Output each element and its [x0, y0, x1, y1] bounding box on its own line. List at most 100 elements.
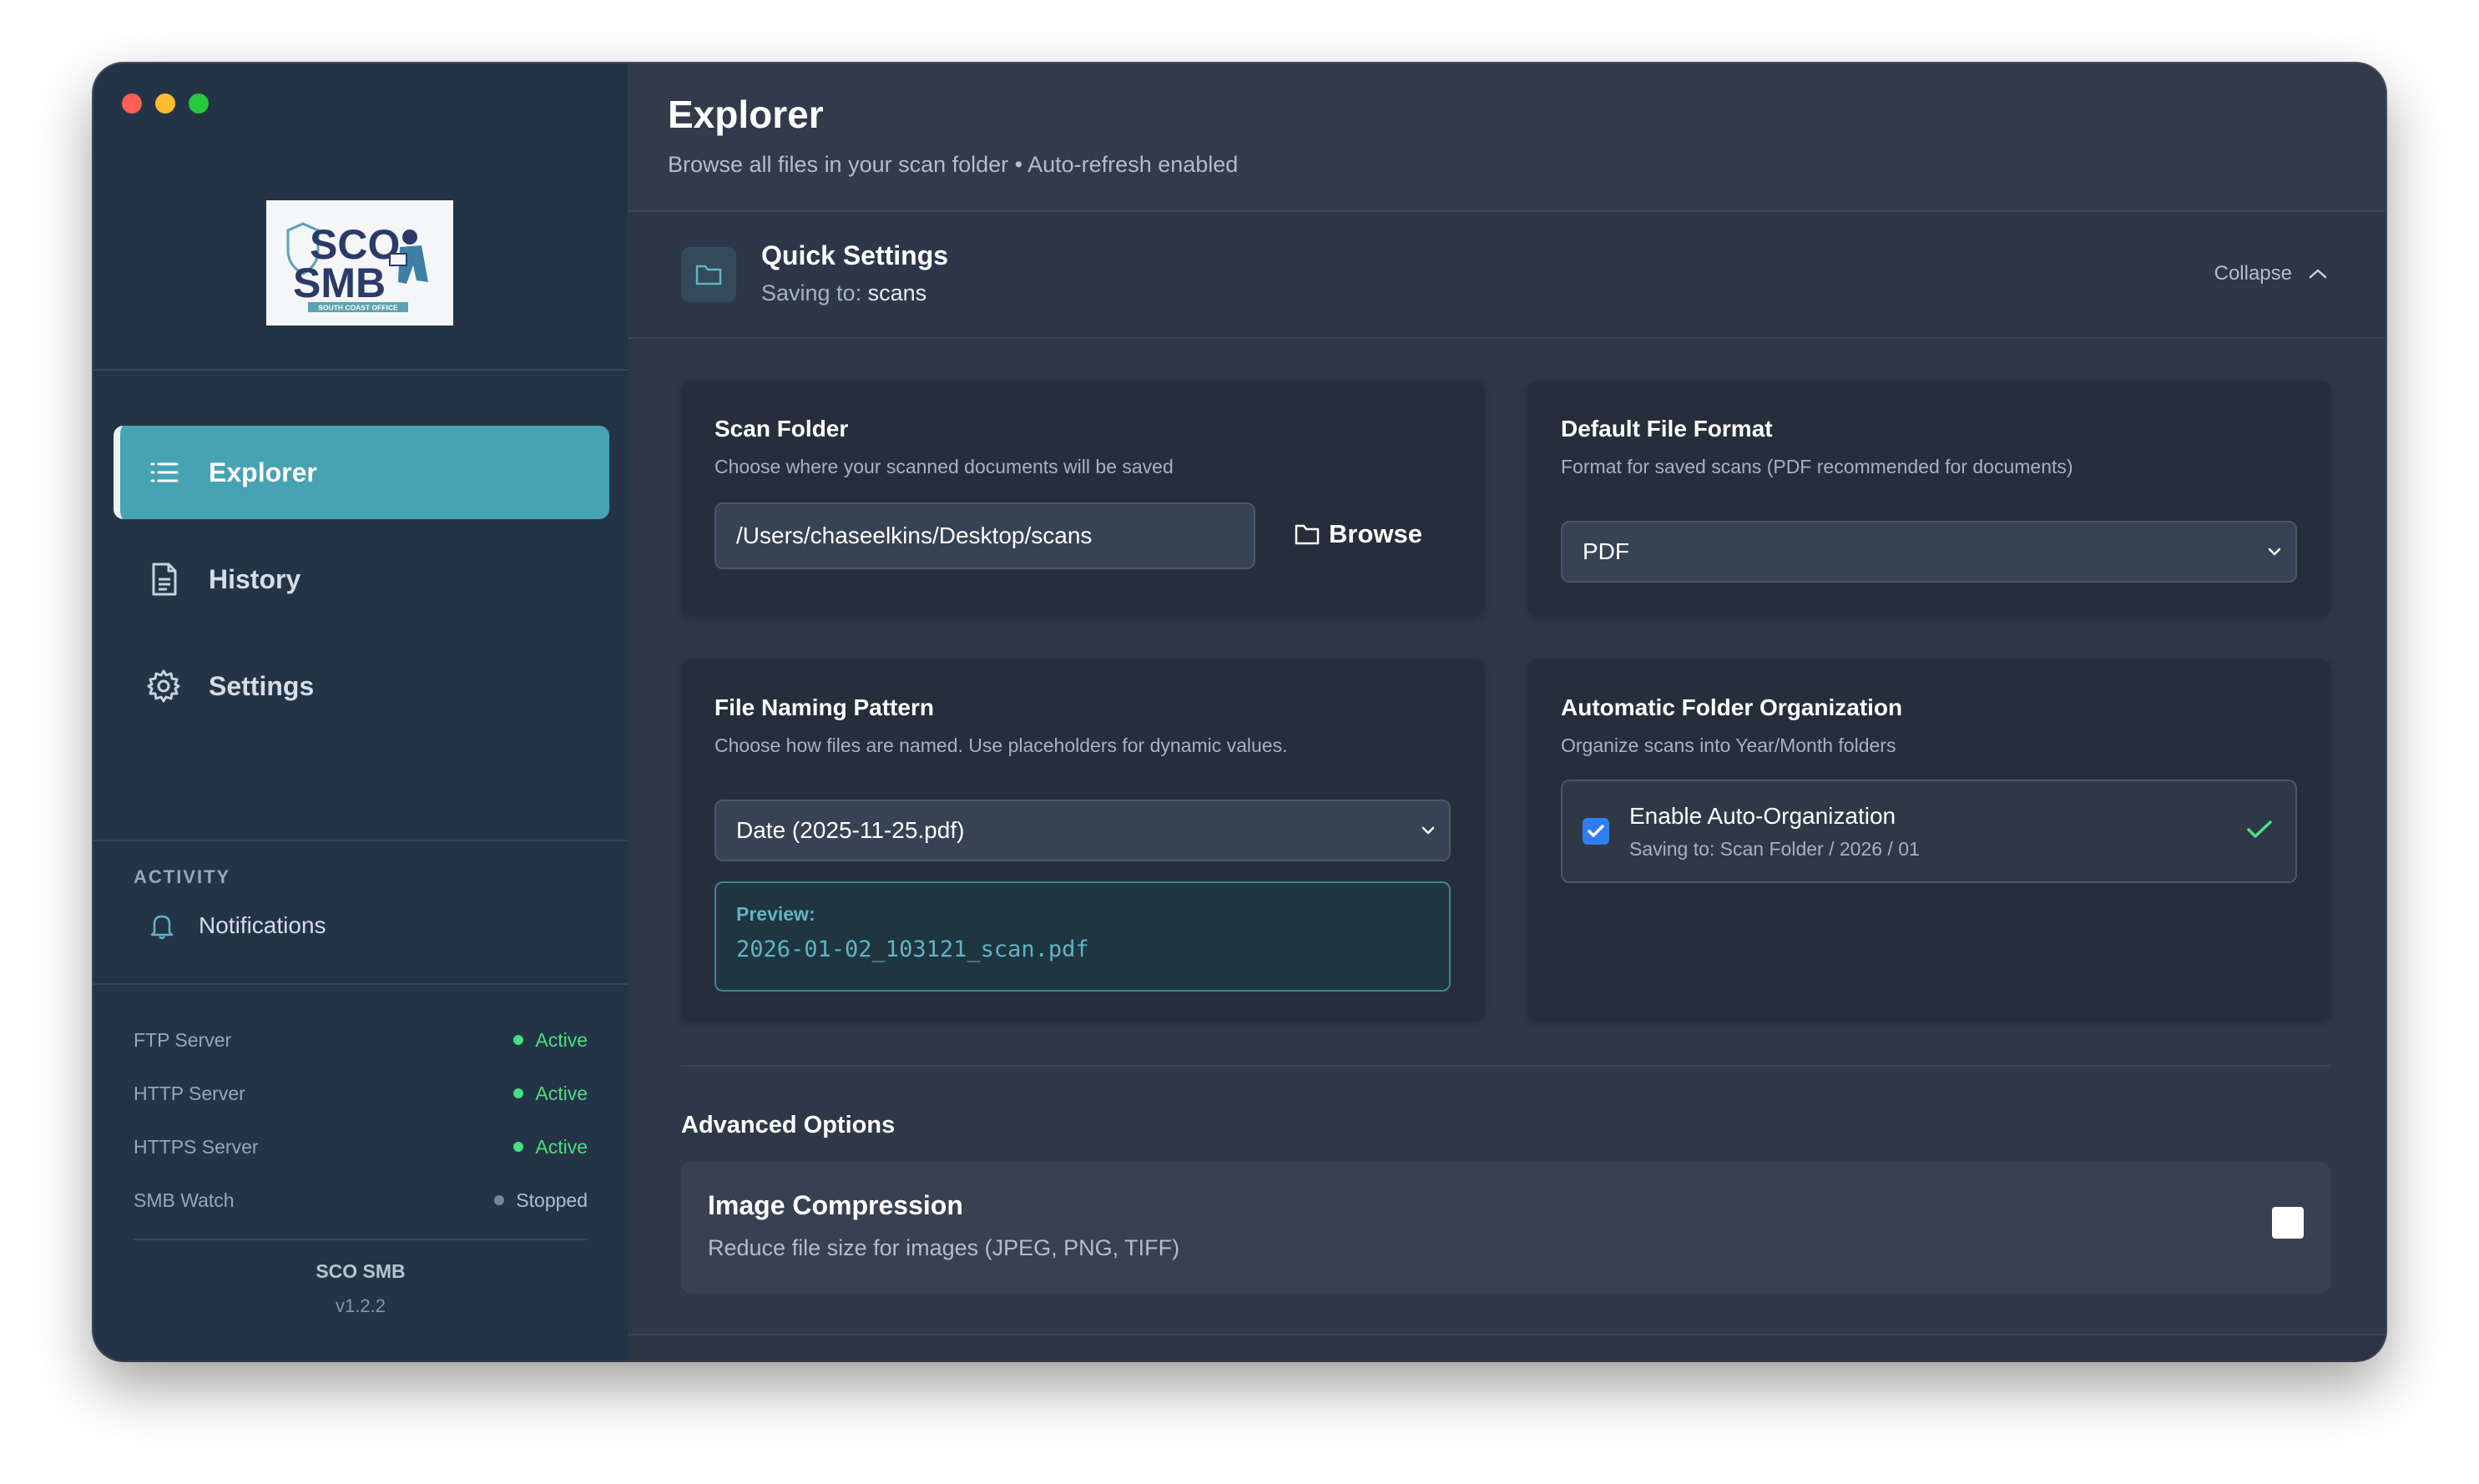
- minimize-window-button[interactable]: [155, 93, 175, 114]
- bottom-strip: [628, 1334, 2386, 1360]
- service-status: Active: [513, 1136, 588, 1158]
- saving-folder: scans: [867, 280, 927, 305]
- status-dot: [494, 1195, 505, 1205]
- notifications-link[interactable]: Notifications: [147, 905, 326, 946]
- main-content: Explorer Browse all files in your scan f…: [628, 63, 2386, 1360]
- auto-organization-checkbox[interactable]: [1583, 818, 1609, 845]
- service-status: Active: [513, 1083, 588, 1105]
- status-dot: [513, 1088, 524, 1098]
- service-status-ftp: FTP Server Active: [134, 1022, 588, 1058]
- scan-folder-card: Scan Folder Choose where your scanned do…: [681, 381, 1484, 616]
- sidebar-divider: [134, 1239, 588, 1240]
- status-text: Active: [535, 1082, 588, 1104]
- card-description: Choose how files are named. Use placehol…: [714, 734, 1288, 756]
- selected-format: PDF: [1583, 538, 1629, 564]
- scan-folder-path-input[interactable]: /Users/chaseelkins/Desktop/scans: [714, 502, 1255, 569]
- activity-section-label: ACTIVITY: [134, 866, 231, 887]
- nav-label-settings: Settings: [209, 670, 315, 701]
- card-description: Organize scans into Year/Month folders: [1561, 734, 1896, 756]
- preview-value: 2026-01-02_103121_scan.pdf: [736, 936, 1089, 962]
- folder-icon: [681, 247, 736, 302]
- card-description: Format for saved scans (PDF recommended …: [1561, 456, 2073, 477]
- option-description: Reduce file size for images (JPEG, PNG, …: [708, 1235, 1180, 1260]
- chevron-up-icon: [2309, 269, 2327, 279]
- service-status: Active: [513, 1029, 588, 1052]
- auto-organization-card: Automatic Folder Organization Organize s…: [1527, 659, 2330, 1022]
- browse-button[interactable]: Browse: [1294, 519, 1422, 549]
- page-subtitle: Browse all files in your scan folder • A…: [668, 152, 1239, 177]
- file-format-select[interactable]: PDF: [1561, 521, 2297, 583]
- window-controls: [122, 93, 209, 114]
- status-text: Active: [535, 1028, 588, 1051]
- nav-label-explorer: Explorer: [209, 457, 317, 487]
- preview-label: Preview:: [736, 903, 815, 925]
- chevron-down-icon: [2268, 548, 2281, 556]
- card-title: Automatic Folder Organization: [1561, 694, 1903, 720]
- image-compression-option[interactable]: Image Compression Reduce file size for i…: [681, 1162, 2330, 1294]
- success-check-icon: [2247, 820, 2272, 838]
- browse-label: Browse: [1329, 519, 1422, 548]
- file-naming-card: File Naming Pattern Choose how files are…: [681, 659, 1484, 1022]
- sidebar-divider: [93, 983, 628, 985]
- nav-label-history: History: [209, 563, 301, 594]
- document-icon: [144, 559, 184, 599]
- auto-organization-toggle[interactable]: Enable Auto-Organization Saving to: Scan…: [1561, 780, 2297, 883]
- folder-icon: [1295, 524, 1320, 545]
- card-title: Default File Format: [1561, 416, 1773, 442]
- status-dot: [513, 1035, 524, 1045]
- nav-item-settings[interactable]: Settings: [114, 639, 609, 733]
- list-icon: [144, 452, 184, 492]
- app-version: v1.2.2: [336, 1295, 386, 1316]
- status-text: Stopped: [516, 1189, 588, 1211]
- quick-settings-title: Quick Settings: [761, 240, 949, 270]
- filename-preview: Preview: 2026-01-02_103121_scan.pdf: [714, 881, 1451, 992]
- option-name: Image Compression: [708, 1190, 963, 1220]
- naming-pattern-select[interactable]: Date (2025-11-25.pdf): [714, 800, 1451, 861]
- page-title: Explorer: [668, 93, 824, 136]
- app-window: SCO SMB SOUTH COAST OFFICE Explorer Hist…: [93, 63, 2386, 1360]
- service-status-http: HTTP Server Active: [134, 1075, 588, 1112]
- service-status-smb-watch: SMB Watch Stopped: [134, 1182, 588, 1219]
- status-text: Active: [535, 1135, 588, 1158]
- bell-icon: [147, 911, 177, 941]
- page-header: Explorer Browse all files in your scan f…: [628, 63, 2386, 212]
- sidebar-divider: [93, 369, 628, 371]
- collapse-button[interactable]: Collapse: [2214, 262, 2329, 285]
- advanced-options-title: Advanced Options: [681, 1112, 896, 1138]
- notifications-label: Notifications: [199, 912, 326, 938]
- quick-settings-header[interactable]: [628, 212, 2386, 339]
- service-name: HTTPS Server: [134, 1135, 259, 1158]
- service-status-https: HTTPS Server Active: [134, 1128, 588, 1165]
- checkmark-icon: [1588, 825, 1604, 837]
- close-window-button[interactable]: [122, 93, 142, 114]
- toggle-label: Enable Auto-Organization: [1629, 803, 1896, 829]
- nav-item-explorer[interactable]: Explorer: [114, 426, 609, 519]
- image-compression-checkbox[interactable]: [2272, 1207, 2304, 1239]
- status-dot: [513, 1142, 524, 1152]
- chevron-down-icon: [1421, 826, 1435, 835]
- sidebar-divider: [93, 840, 628, 841]
- selected-pattern: Date (2025-11-25.pdf): [736, 817, 965, 843]
- svg-text:SOUTH COAST OFFICE: SOUTH COAST OFFICE: [318, 304, 398, 312]
- card-description: Choose where your scanned documents will…: [714, 456, 1174, 477]
- service-name: SMB Watch: [134, 1189, 235, 1211]
- app-name: SCO SMB: [316, 1260, 406, 1282]
- gear-icon: [144, 666, 184, 706]
- service-name: FTP Server: [134, 1028, 232, 1051]
- maximize-window-button[interactable]: [189, 93, 209, 114]
- service-status: Stopped: [494, 1189, 588, 1212]
- service-name: HTTP Server: [134, 1082, 245, 1104]
- saving-prefix: Saving to:: [761, 280, 862, 305]
- nav-item-history[interactable]: History: [114, 533, 609, 626]
- card-title: Scan Folder: [714, 416, 849, 442]
- advanced-divider: [681, 1065, 2330, 1067]
- card-title: File Naming Pattern: [714, 694, 934, 720]
- toggle-sublabel: Saving to: Scan Folder / 2026 / 01: [1629, 838, 1920, 860]
- svg-text:SMB: SMB: [293, 260, 386, 306]
- quick-settings-saving-to: Saving to: scans: [761, 280, 926, 306]
- collapse-label: Collapse: [2214, 262, 2292, 285]
- file-format-card: Default File Format Format for saved sca…: [1527, 381, 2330, 616]
- logo-image: SCO SMB SOUTH COAST OFFICE: [286, 221, 428, 312]
- app-logo: SCO SMB SOUTH COAST OFFICE: [266, 200, 453, 326]
- sidebar: SCO SMB SOUTH COAST OFFICE Explorer Hist…: [93, 63, 628, 1360]
